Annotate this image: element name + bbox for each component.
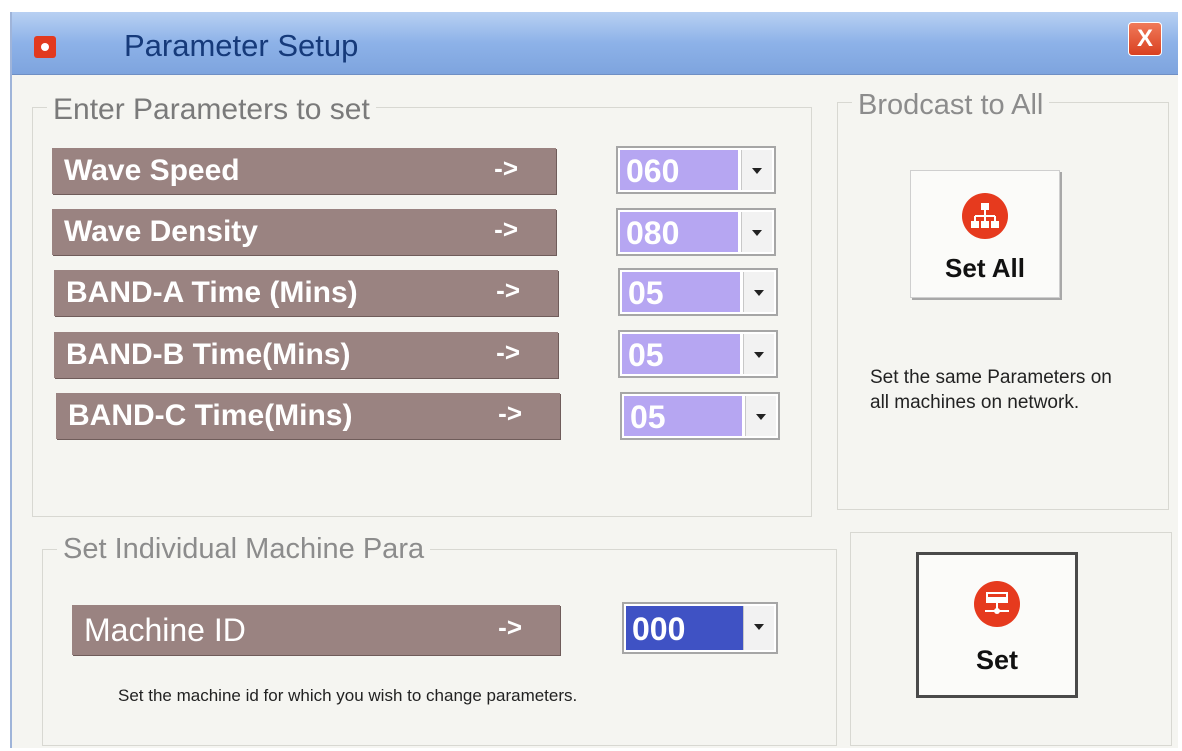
broadcast-group-legend: Brodcast to All [852,89,1050,122]
title-bar: Parameter Setup X [12,12,1178,75]
machine-id-description: Set the machine id for which you wish to… [118,686,578,705]
machine-id-text: Machine ID [84,612,246,648]
broadcast-group: Brodcast to All [837,89,1169,510]
band-c-time-value: 05 [624,396,742,436]
band-c-time-select[interactable]: 05 [620,392,780,440]
param-label-band-b-time: BAND-B Time(Mins) -> [54,332,558,378]
param-arrow: -> [496,275,520,305]
app-icon [34,36,56,58]
wave-density-select[interactable]: 080 [616,208,776,256]
chevron-down-icon[interactable] [741,212,772,252]
param-name: BAND-B Time(Mins) [66,338,351,371]
wave-speed-value: 060 [620,150,738,190]
single-machine-icon [974,581,1020,627]
param-label-wave-density: Wave Density -> [52,209,556,255]
machine-id-value: 000 [626,606,744,650]
band-a-time-value: 05 [622,272,740,312]
chevron-down-icon[interactable] [741,150,772,190]
network-broadcast-icon [962,193,1008,239]
param-arrow: -> [494,214,518,244]
machine-id-label: Machine ID -> [72,605,560,655]
param-name: Wave Density [64,215,258,248]
wave-speed-select[interactable]: 060 [616,146,776,194]
param-label-wave-speed: Wave Speed -> [52,148,556,194]
param-name: BAND-A Time (Mins) [66,276,358,309]
broadcast-description-line1: Set the same Parameters on [870,367,1112,388]
machine-id-select[interactable]: 000 [622,602,778,654]
param-arrow: -> [496,337,520,367]
chevron-down-icon[interactable] [743,334,774,374]
parameters-group-legend: Enter Parameters to set [47,93,376,127]
param-arrow: -> [498,398,522,428]
machine-id-arrow: -> [498,612,522,642]
chevron-down-icon[interactable] [743,606,774,650]
band-b-time-value: 05 [622,334,740,374]
param-label-band-c-time: BAND-C Time(Mins) -> [56,393,560,439]
window-title: Parameter Setup [124,28,359,63]
set-label: Set [975,645,1019,675]
param-arrow: -> [494,153,518,183]
broadcast-description-line2: all machines on network. [870,392,1080,413]
param-name: BAND-C Time(Mins) [68,399,353,432]
band-b-time-select[interactable]: 05 [618,330,778,378]
set-all-button[interactable]: Set All [910,170,1060,298]
chevron-down-icon[interactable] [745,396,776,436]
set-all-label: Set All [945,253,1025,283]
wave-density-value: 080 [620,212,738,252]
close-button[interactable]: X [1128,22,1162,56]
param-label-band-a-time: BAND-A Time (Mins) -> [54,270,558,316]
band-a-time-select[interactable]: 05 [618,268,778,316]
parameter-setup-window: Parameter Setup X Enter Parameters to se… [10,12,1178,748]
chevron-down-icon[interactable] [743,272,774,312]
set-button[interactable]: Set [916,552,1078,698]
individual-group-legend: Set Individual Machine Para [57,533,431,566]
param-name: Wave Speed [64,154,240,187]
